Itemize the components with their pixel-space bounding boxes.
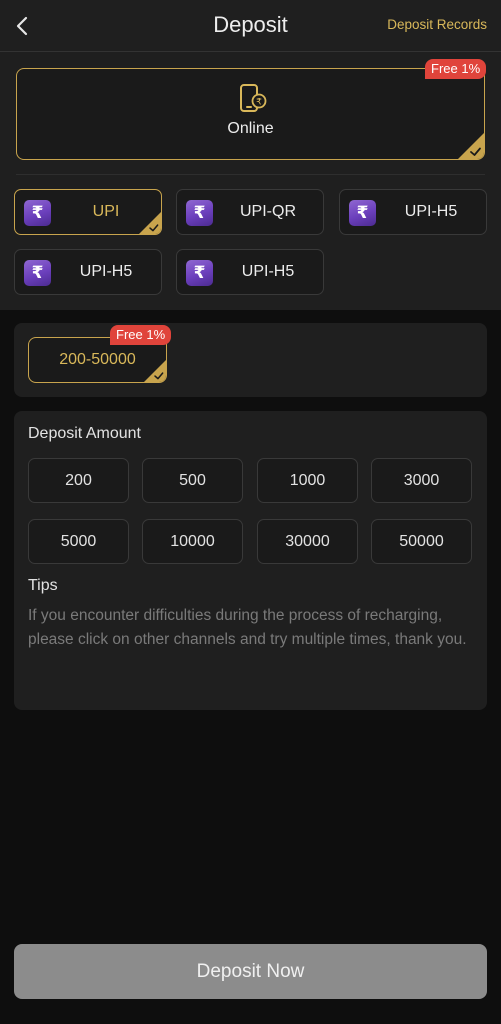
amount-option[interactable]: 500 [142, 458, 243, 503]
online-method-card[interactable]: ₹ Online [16, 68, 485, 160]
channel-upi[interactable]: ₹ UPI [14, 189, 162, 235]
rupee-icon: ₹ [186, 260, 213, 286]
channel-label: UPI-H5 [404, 203, 458, 220]
selected-check-icon [139, 212, 161, 234]
channel-upi-qr[interactable]: ₹ UPI-QR [176, 189, 324, 235]
divider [16, 174, 485, 175]
amount-option[interactable]: 10000 [142, 519, 243, 564]
channel-upi-h5[interactable]: ₹ UPI-H5 [339, 189, 487, 235]
amount-option[interactable]: 1000 [257, 458, 358, 503]
channel-label: UPI-H5 [79, 263, 133, 280]
amount-option[interactable]: 3000 [371, 458, 472, 503]
deposit-now-button[interactable]: Deposit Now [14, 944, 487, 999]
amount-option[interactable]: 30000 [257, 519, 358, 564]
selected-check-icon [144, 360, 166, 382]
tips-text: If you encounter difficulties during the… [28, 607, 467, 648]
rupee-icon: ₹ [349, 200, 376, 226]
channel-upi-h5[interactable]: ₹ UPI-H5 [14, 249, 162, 295]
deposit-amount-title: Deposit Amount [28, 425, 141, 442]
rupee-icon: ₹ [24, 200, 51, 226]
channel-label: UPI-QR [240, 203, 296, 220]
online-method-label: Online [227, 120, 274, 137]
tips-title: Tips [28, 577, 58, 594]
rupee-icon: ₹ [186, 200, 213, 226]
header: Deposit Deposit Records [0, 0, 501, 52]
amount-option[interactable]: 5000 [28, 519, 129, 564]
selected-check-icon [458, 133, 484, 159]
mobile-payment-icon: ₹ [240, 84, 267, 112]
deposit-records-link[interactable]: Deposit Records [387, 17, 487, 32]
channel-label: UPI-H5 [241, 263, 295, 280]
svg-text:₹: ₹ [256, 98, 262, 108]
free-bonus-badge: Free 1% [425, 59, 487, 79]
amount-option[interactable]: 200 [28, 458, 129, 503]
rupee-icon: ₹ [24, 260, 51, 286]
amount-option[interactable]: 50000 [371, 519, 472, 564]
channel-upi-h5[interactable]: ₹ UPI-H5 [176, 249, 324, 295]
free-bonus-badge: Free 1% [110, 325, 172, 345]
